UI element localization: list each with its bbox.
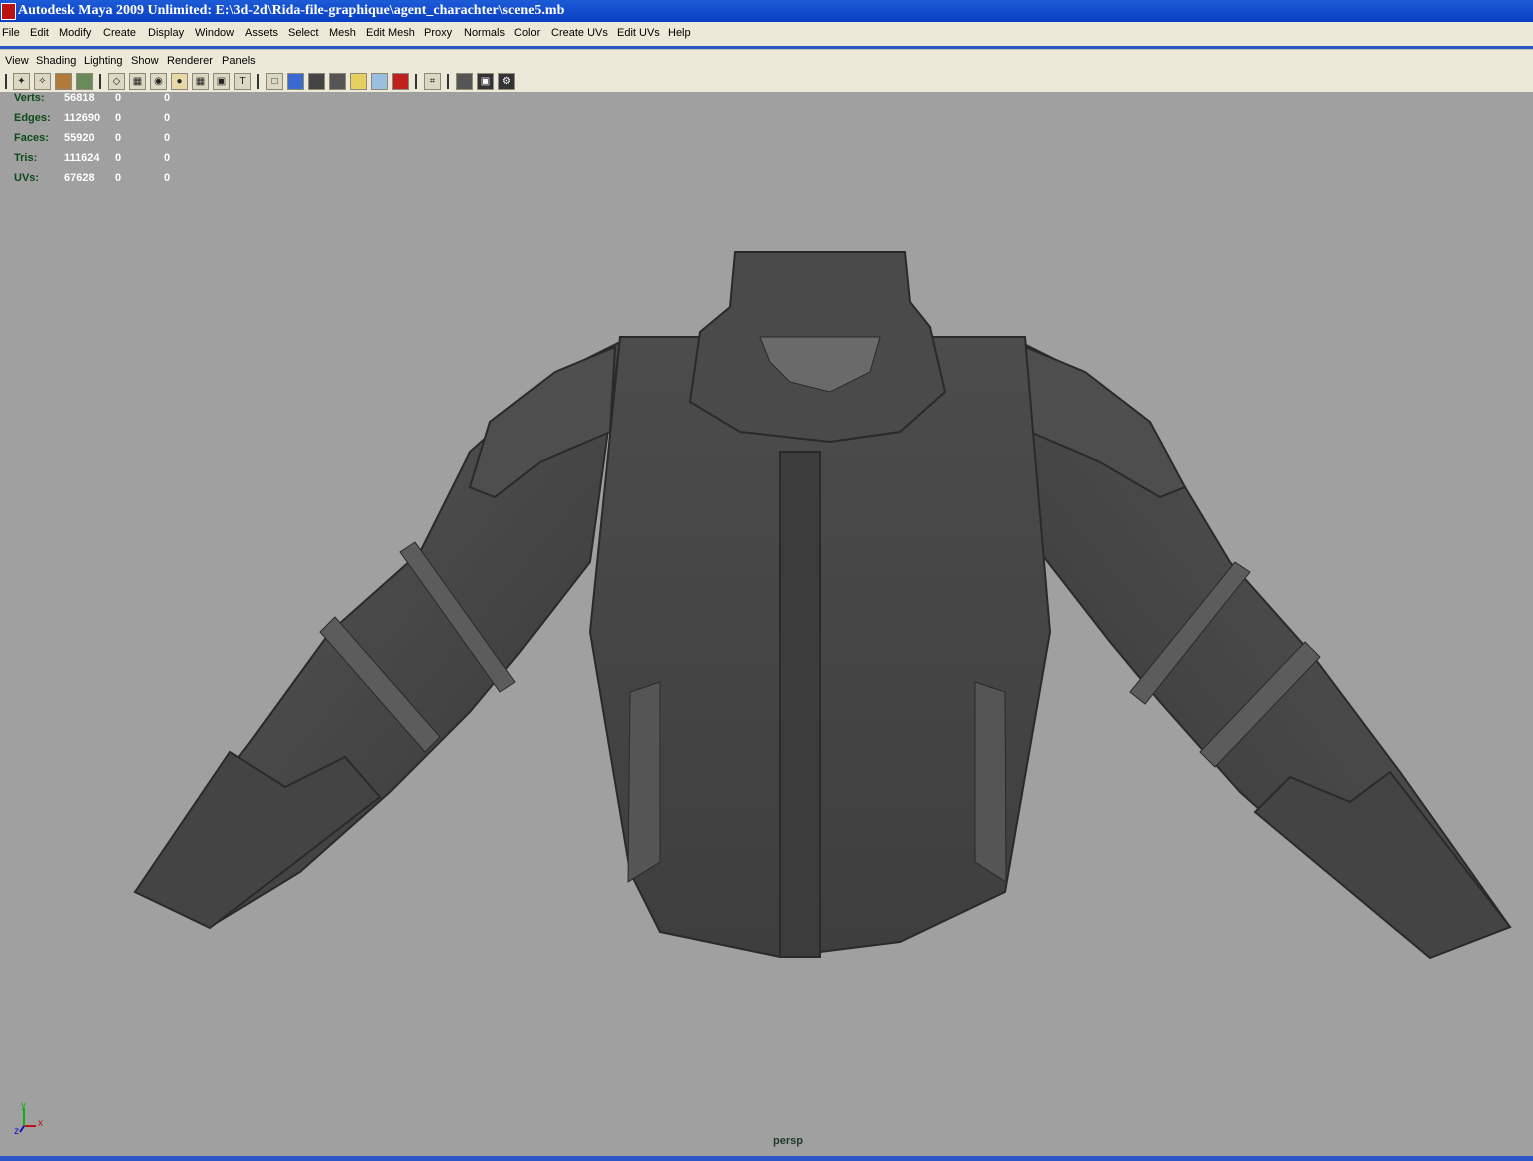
menu-modify[interactable]: Modify — [59, 27, 91, 39]
menu-select[interactable]: Select — [288, 27, 319, 39]
hud-icon[interactable]: ⚙ — [498, 73, 515, 90]
smooth-shade-icon[interactable]: □ — [266, 73, 283, 90]
toolbar-separator — [5, 74, 7, 89]
left-cuff — [133, 750, 382, 930]
toolbar-separator — [447, 74, 449, 89]
menu-window[interactable]: Window — [195, 27, 234, 39]
panel-menu-shading[interactable]: Shading — [36, 55, 76, 67]
toolbar-separator — [415, 74, 417, 89]
title-bar: Autodesk Maya 2009 Unlimited: E:\3d-2d\R… — [0, 0, 1533, 22]
maya-app-icon[interactable] — [1, 3, 16, 20]
menu-edit[interactable]: Edit — [30, 27, 49, 39]
grid-icon[interactable]: ▦ — [129, 73, 146, 90]
menu-edit-uvs[interactable]: Edit UVs — [617, 27, 660, 39]
bounding-box-icon[interactable] — [308, 73, 325, 90]
menu-display[interactable]: Display — [148, 27, 184, 39]
main-menubar: File Edit Modify Create Display Window A… — [0, 22, 1533, 46]
menu-assets[interactable]: Assets — [245, 27, 278, 39]
panel-menu-panels[interactable]: Panels — [222, 55, 256, 67]
menu-create[interactable]: Create — [103, 27, 136, 39]
perspective-viewport[interactable]: Verts: 56818 0 0 Edges: 112690 0 0 Faces… — [0, 92, 1533, 1156]
panel-menu-renderer[interactable]: Renderer — [167, 55, 213, 67]
film-gate-icon[interactable]: ◉ — [150, 73, 167, 90]
panel-menubar: View Shading Lighting Show Renderer Pane… — [0, 49, 1533, 72]
isolate-icon[interactable] — [392, 73, 409, 90]
menu-normals[interactable]: Normals — [464, 27, 505, 39]
lock-camera-icon[interactable]: ✧ — [34, 73, 51, 90]
menu-help[interactable]: Help — [668, 27, 691, 39]
frame-icon[interactable] — [456, 73, 473, 90]
menu-mesh[interactable]: Mesh — [329, 27, 356, 39]
right-cuff — [1253, 770, 1512, 960]
menu-create-uvs[interactable]: Create UVs — [551, 27, 608, 39]
axis-y-label: y — [21, 1100, 26, 1111]
hud-icon[interactable]: ▣ — [477, 73, 494, 90]
left-side-panel — [627, 681, 661, 883]
texture-icon[interactable] — [350, 73, 367, 90]
resolution-gate-icon[interactable]: ● — [171, 73, 188, 90]
axis-x-label: x — [38, 1118, 43, 1129]
axis-indicator: x y z — [14, 1100, 43, 1136]
light-icon[interactable] — [329, 73, 346, 90]
select-camera-icon[interactable]: ✦ — [13, 73, 30, 90]
bookmark-icon[interactable] — [55, 73, 72, 90]
toolbar-separator — [257, 74, 259, 89]
field-chart-icon[interactable]: ▣ — [213, 73, 230, 90]
xray-icon[interactable]: ⌗ — [424, 73, 441, 90]
panel-menu-lighting[interactable]: Lighting — [84, 55, 123, 67]
menu-proxy[interactable]: Proxy — [424, 27, 452, 39]
panel-toolbar: ✦ ✧ ◇ ▦ ◉ ● ▦ ▣ T □ ⌗ ▣ ⚙ — [0, 71, 1533, 92]
camera-name-label: persp — [773, 1135, 803, 1147]
menu-file[interactable]: File — [2, 27, 20, 39]
axis-z-label: z — [14, 1126, 19, 1136]
shadow-icon[interactable] — [371, 73, 388, 90]
menu-color[interactable]: Color — [514, 27, 540, 39]
right-side-panel — [974, 681, 1007, 883]
window-title: Autodesk Maya 2009 Unlimited: E:\3d-2d\R… — [18, 3, 565, 18]
layer-icon[interactable]: ◇ — [108, 73, 125, 90]
bottom-border — [0, 1156, 1533, 1161]
wireframe-icon[interactable]: T — [234, 73, 251, 90]
front-placket — [779, 451, 821, 958]
toolbar-separator — [99, 74, 101, 89]
jacket-model[interactable] — [0, 92, 1533, 1156]
flat-shade-icon[interactable] — [287, 73, 304, 90]
panel-menu-view[interactable]: View — [5, 55, 29, 67]
menu-edit-mesh[interactable]: Edit Mesh — [366, 27, 415, 39]
image-plane-icon[interactable] — [76, 73, 93, 90]
panel-menu-show[interactable]: Show — [131, 55, 159, 67]
safe-action-icon[interactable]: ▦ — [192, 73, 209, 90]
